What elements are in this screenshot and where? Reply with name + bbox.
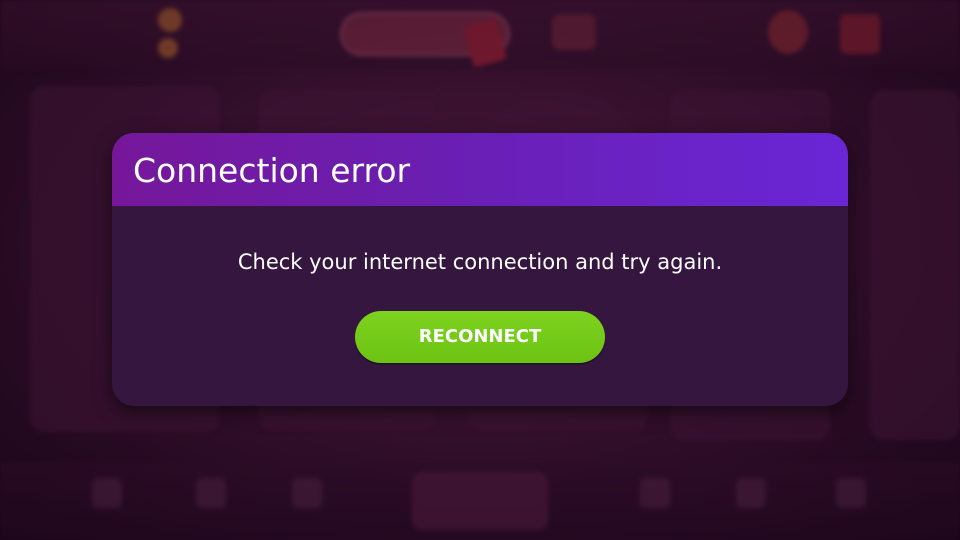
game-tile-edge xyxy=(870,90,960,440)
gift-icon xyxy=(840,14,880,54)
bottom-nav-icon xyxy=(92,478,122,508)
connection-error-dialog: Connection error Check your internet con… xyxy=(112,133,848,406)
bottom-nav-icon xyxy=(640,478,670,508)
avatar-backdrop xyxy=(768,10,808,54)
bottom-nav-icon xyxy=(292,478,322,508)
bottom-nav-icon xyxy=(836,478,866,508)
dialog-title: Connection error xyxy=(133,151,411,190)
gem-icon xyxy=(158,38,178,58)
coin-icon xyxy=(158,8,182,32)
video-reward-icon xyxy=(552,14,596,50)
league-badge-backdrop xyxy=(412,472,548,530)
bottom-nav-icon xyxy=(736,478,766,508)
reconnect-button[interactable]: RECONNECT xyxy=(355,311,605,363)
bottom-nav-icon xyxy=(196,478,226,508)
dialog-message: Check your internet connection and try a… xyxy=(237,250,723,274)
dialog-header: Connection error xyxy=(112,133,848,206)
